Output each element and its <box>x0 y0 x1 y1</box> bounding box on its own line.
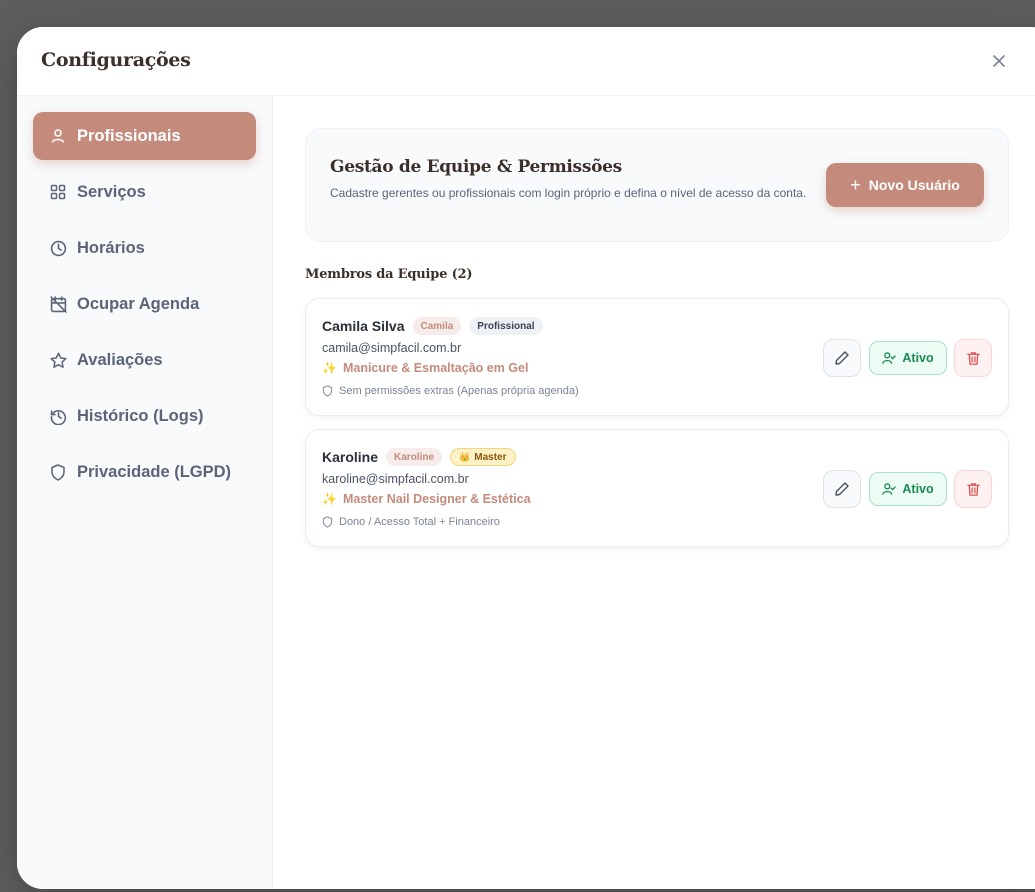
status-label: Ativo <box>902 482 934 496</box>
team-header-panel: Gestão de Equipe & Permissões Cadastre g… <box>305 128 1009 242</box>
specialty-text: Master Nail Designer & Estética <box>342 492 531 506</box>
edit-member-button[interactable] <box>823 470 861 508</box>
trash-icon <box>966 483 980 496</box>
status-toggle-button[interactable]: Ativo <box>869 341 947 375</box>
star-icon <box>49 351 67 369</box>
member-email: karoline@simpfacil.com.br <box>322 472 469 486</box>
nickname-badge: Camila <box>412 317 462 335</box>
settings-sidebar: Profissionais Serviços Horários Ocupar A… <box>17 96 273 889</box>
member-name: Camila Silva <box>322 318 405 334</box>
sparkle-icon: ✨ <box>322 492 337 506</box>
sidebar-item-privacidade[interactable]: Privacidade (LGPD) <box>33 448 256 496</box>
new-user-label: Novo Usuário <box>868 177 960 193</box>
status-toggle-button[interactable]: Ativo <box>869 472 947 506</box>
members-section-title: Membros da Equipe (2) <box>305 267 473 282</box>
role-badge-text: Master <box>474 451 507 463</box>
member-name: Karoline <box>322 449 379 465</box>
user-check-icon <box>882 483 897 495</box>
history-icon <box>49 407 67 425</box>
sidebar-item-label: Ocupar Agenda <box>77 294 200 313</box>
delete-member-button[interactable] <box>954 470 992 508</box>
sidebar-item-horarios[interactable]: Horários <box>33 224 256 272</box>
sidebar-item-label: Histórico (Logs) <box>77 406 204 425</box>
shield-icon <box>322 516 333 528</box>
sidebar-item-label: Profissionais <box>77 126 181 145</box>
calendar-off-icon <box>49 295 67 313</box>
crown-icon: 👑 <box>459 451 471 462</box>
permissions-text: Sem permissões extras (Apenas própria ag… <box>339 385 579 397</box>
sidebar-item-ocupar-agenda[interactable]: Ocupar Agenda <box>33 280 256 328</box>
permissions-text: Dono / Acesso Total + Financeiro <box>339 516 500 528</box>
sidebar-item-profissionais[interactable]: Profissionais <box>33 112 256 160</box>
close-button[interactable] <box>987 49 1011 73</box>
new-user-button[interactable]: + Novo Usuário <box>826 163 984 207</box>
member-card: Camila Silva Camila Profissional camila@… <box>305 298 1009 416</box>
member-specialty: ✨ Manicure & Esmaltação em Gel <box>322 361 528 375</box>
close-icon <box>993 55 1005 67</box>
member-specialty: ✨ Master Nail Designer & Estética <box>322 492 531 506</box>
clock-icon <box>49 239 67 257</box>
modal-header: Configurações <box>17 27 1035 96</box>
sidebar-item-label: Avaliações <box>77 350 163 369</box>
status-label: Ativo <box>902 351 934 365</box>
panel-title: Gestão de Equipe & Permissões <box>330 157 622 177</box>
delete-member-button[interactable] <box>954 339 992 377</box>
shield-icon <box>49 463 67 481</box>
trash-icon <box>966 352 980 365</box>
member-card: Karoline Karoline 👑 Master karoline@simp… <box>305 429 1009 547</box>
modal-title: Configurações <box>41 49 191 71</box>
pencil-icon <box>835 351 849 365</box>
sidebar-item-servicos[interactable]: Serviços <box>33 168 256 216</box>
member-email: camila@simpfacil.com.br <box>322 341 462 355</box>
shield-icon <box>322 385 333 397</box>
user-icon <box>49 127 67 145</box>
panel-description: Cadastre gerentes ou profissionais com l… <box>330 186 807 200</box>
sidebar-item-label: Serviços <box>77 182 146 201</box>
member-permissions: Dono / Acesso Total + Financeiro <box>322 516 500 528</box>
pencil-icon <box>835 482 849 496</box>
member-permissions: Sem permissões extras (Apenas própria ag… <box>322 385 579 397</box>
sidebar-item-label: Privacidade (LGPD) <box>77 462 232 481</box>
sidebar-item-avaliacoes[interactable]: Avaliações <box>33 336 256 384</box>
main-content: Gestão de Equipe & Permissões Cadastre g… <box>273 96 1035 889</box>
sidebar-item-label: Horários <box>77 238 145 257</box>
master-badge: 👑 Master <box>450 448 516 466</box>
sparkle-icon: ✨ <box>322 361 337 375</box>
grid-icon <box>49 183 67 201</box>
nickname-badge: Karoline <box>386 448 443 466</box>
settings-modal: Configurações Profissionais Serviços Hor… <box>17 27 1035 889</box>
user-check-icon <box>882 352 897 364</box>
plus-icon: + <box>850 175 861 195</box>
edit-member-button[interactable] <box>823 339 861 377</box>
role-badge: Profissional <box>469 317 543 335</box>
sidebar-item-historico[interactable]: Histórico (Logs) <box>33 392 256 440</box>
specialty-text: Manicure & Esmaltação em Gel <box>342 361 529 375</box>
